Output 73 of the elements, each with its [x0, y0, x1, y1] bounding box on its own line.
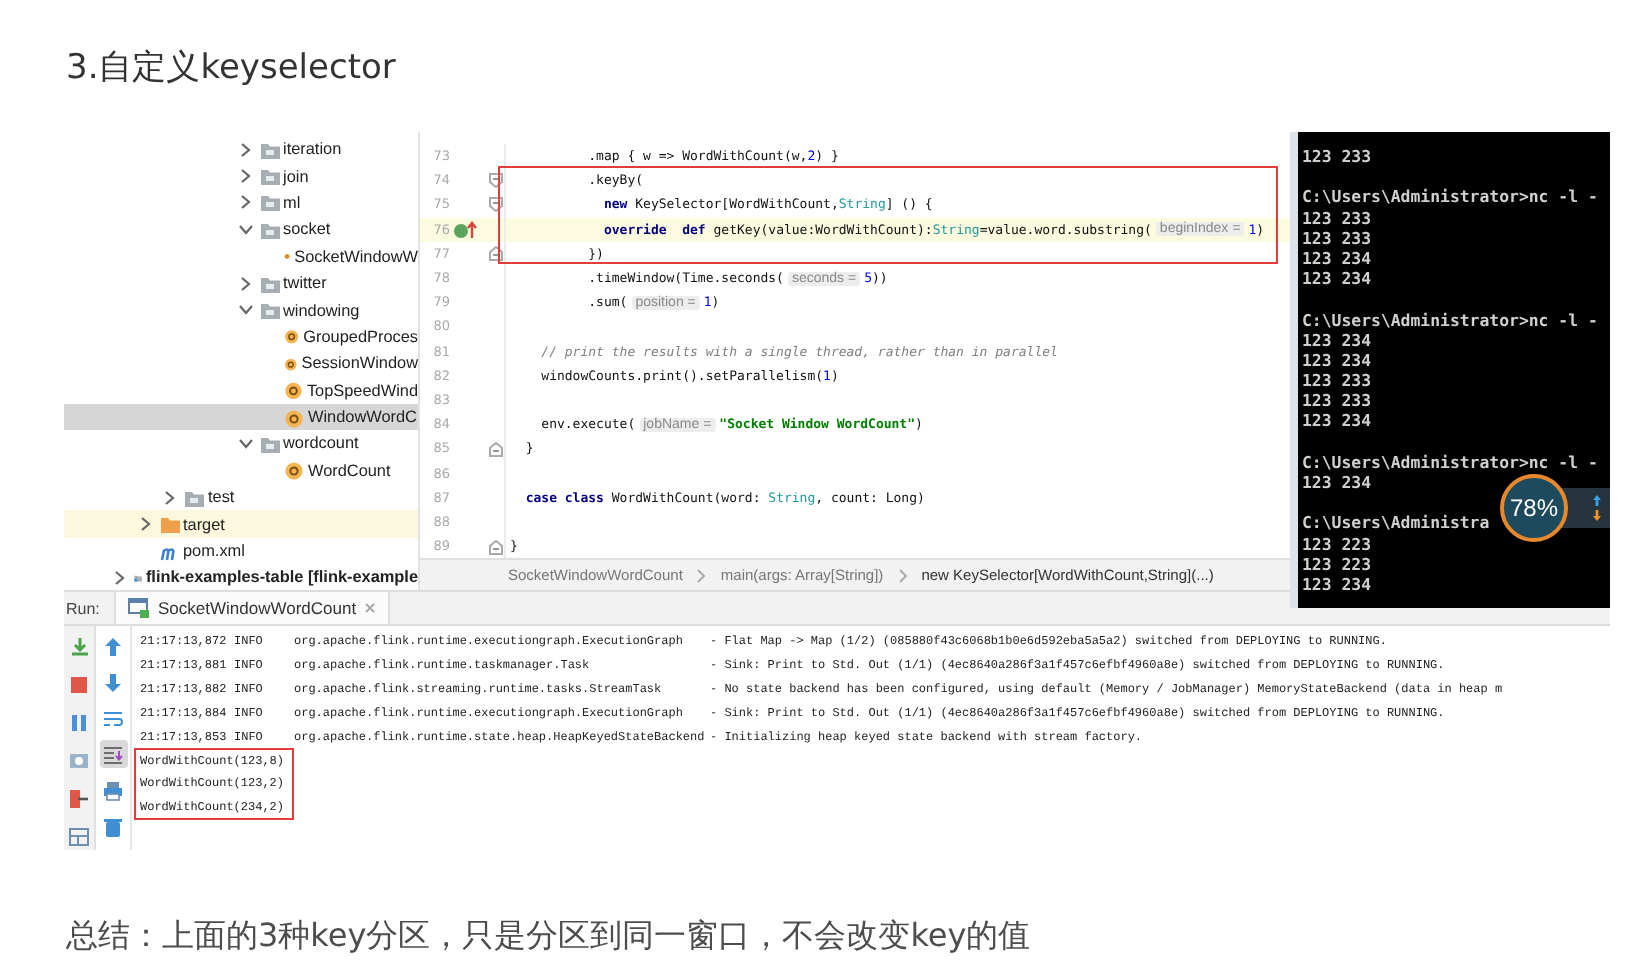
- terminal-line: 123 234: [1302, 410, 1372, 432]
- chevron-right-icon[interactable]: [114, 569, 126, 586]
- terminal-line: 123 234: [1302, 472, 1372, 493]
- terminal-line: 123 223: [1302, 553, 1372, 574]
- terminal-line: 123 234: [1302, 349, 1372, 371]
- tree-item[interactable]: WordCount: [64, 457, 418, 485]
- chevron-right-icon[interactable]: [164, 489, 176, 506]
- chevron-right-icon[interactable]: [239, 141, 251, 158]
- folder-icon: [259, 219, 279, 240]
- terminal-line: C:\Users\Administra: [1302, 512, 1490, 534]
- arrow-down-icon: [1592, 510, 1602, 522]
- fold-icon[interactable]: [488, 537, 504, 556]
- tree-item[interactable]: windowing: [64, 296, 418, 324]
- folder-icon: [259, 166, 279, 187]
- panel-label: Run:: [64, 599, 102, 617]
- tree-item[interactable]: twitter: [64, 269, 418, 297]
- terminal-line: C:\Users\Administrator>nc -l -: [1302, 186, 1598, 208]
- tree-item[interactable]: TopSpeedWind: [64, 377, 418, 404]
- tree-item[interactable]: test: [64, 484, 418, 511]
- tree-item[interactable]: target: [64, 510, 418, 538]
- folder-icon: [259, 273, 279, 294]
- chevron-right-icon: [696, 567, 707, 584]
- terminal-line: C:\Users\Administrator>nc -l -: [1302, 451, 1598, 472]
- chevron-down-icon[interactable]: [237, 304, 253, 317]
- folder-icon: [259, 192, 279, 213]
- chevron-right-icon[interactable]: [139, 516, 151, 533]
- class-icon: [284, 460, 304, 481]
- terminal-line: 123 223: [1302, 533, 1372, 554]
- chevron-down-icon[interactable]: [237, 437, 253, 450]
- arrow-up-icon: [1592, 494, 1602, 506]
- chevron-right-icon: [897, 567, 908, 584]
- usage-gauge[interactable]: 78%: [1500, 474, 1568, 542]
- override-marker-icon[interactable]: [452, 219, 478, 240]
- terminal-line: 123 233: [1302, 207, 1372, 228]
- folder-icon: [159, 514, 179, 535]
- run-config-icon: [128, 598, 150, 618]
- tree-item[interactable]: SocketWindowW: [64, 243, 418, 270]
- tree-item[interactable]: WindowWordC: [64, 403, 418, 431]
- class-icon: [284, 326, 300, 347]
- tree-item[interactable]: flink-examples-table [flink-example: [64, 564, 418, 592]
- tree-item[interactable]: GroupedProces: [64, 323, 418, 351]
- terminal-line: 123 234: [1302, 573, 1372, 595]
- terminal-line: 123 234: [1302, 247, 1372, 269]
- folder-icon: [184, 487, 204, 508]
- folder-icon: [259, 433, 279, 454]
- tree-item[interactable]: wordcount: [64, 430, 418, 458]
- tree-item[interactable]: join: [64, 162, 418, 190]
- summary-text: 总结：上面的3种key分区，只是分区到同一窗口，不会改变key的值: [66, 916, 1033, 956]
- tree-item[interactable]: ml: [64, 189, 418, 217]
- terminal-line: 123 234: [1302, 329, 1372, 350]
- terminal-line: 123 233: [1302, 227, 1372, 248]
- terminal-line: 123 233: [1302, 370, 1372, 391]
- terminal-line: 123 233: [1302, 390, 1372, 411]
- folder-icon: [259, 300, 279, 321]
- class-icon: [284, 380, 303, 401]
- chevron-right-icon[interactable]: [239, 168, 251, 185]
- folder-icon: [259, 139, 279, 160]
- tree-item[interactable]: pom.xml: [64, 537, 418, 565]
- class-icon: [284, 353, 298, 374]
- tree-item[interactable]: iteration: [64, 136, 418, 163]
- class-icon: [284, 407, 304, 428]
- run-tab[interactable]: SocketWindowWordCount: [114, 592, 391, 624]
- chevron-right-icon[interactable]: [239, 194, 251, 211]
- fold-icon[interactable]: [488, 439, 504, 458]
- section-heading: 3.自定义keyselector: [66, 48, 398, 88]
- chevron-right-icon[interactable]: [239, 275, 251, 292]
- terminal-line: 123 234: [1302, 268, 1372, 289]
- terminal-line: C:\Users\Administrator>nc -l -: [1302, 309, 1598, 330]
- chevron-down-icon[interactable]: [237, 223, 253, 236]
- close-icon[interactable]: [364, 602, 377, 614]
- terminal-line: 123 233: [1302, 146, 1372, 167]
- tree-item[interactable]: socket: [64, 216, 418, 244]
- tree-item[interactable]: SessionWindow: [64, 350, 418, 378]
